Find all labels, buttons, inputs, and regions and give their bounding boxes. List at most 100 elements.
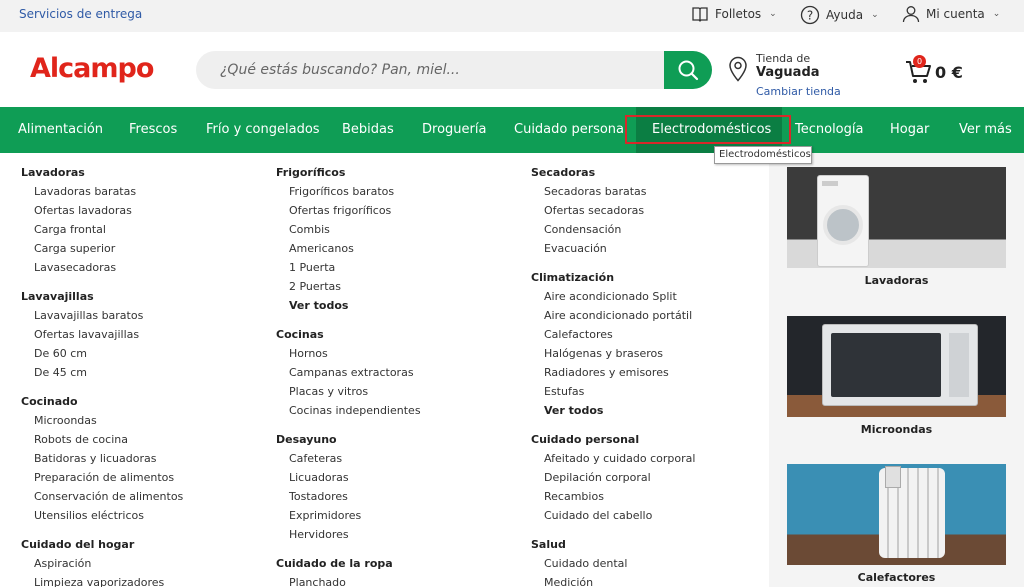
menu-item-combis[interactable]: Combis	[276, 222, 421, 241]
menu-item-exprimidores[interactable]: Exprimidores	[276, 508, 421, 527]
menu-group-cocinado: Cocinado Microondas Robots de cocina Batido…	[21, 394, 183, 527]
menu-item-limpieza-vaporizadores[interactable]: Limpieza vaporizadores	[21, 575, 183, 587]
menu-item-lavavajillas-baratos[interactable]: Lavavajillas baratos	[21, 308, 183, 327]
menu-item-planchado[interactable]: Planchado	[276, 575, 421, 587]
menu-group-title[interactable]: Cuidado de la ropa	[276, 556, 421, 575]
menu-group-title[interactable]: Lavavajillas	[21, 289, 183, 308]
menu-item-recambios[interactable]: Recambios	[531, 489, 695, 508]
menu-item-placas-y-vitros[interactable]: Placas y vitros	[276, 384, 421, 403]
menu-group-frigorificos: Frigoríficos Frigoríficos baratos Ofertas …	[276, 165, 421, 317]
menu-group-title[interactable]: Cuidado personal	[531, 432, 695, 451]
change-store-link[interactable]: Cambiar tienda	[756, 85, 841, 98]
nav-hogar[interactable]: Hogar	[890, 122, 929, 137]
menu-group-title[interactable]: Cuidado del hogar	[21, 537, 183, 556]
menu-item-campanas-extractoras[interactable]: Campanas extractoras	[276, 365, 421, 384]
menu-group-title[interactable]: Lavadoras	[21, 165, 183, 184]
menu-item-hornos[interactable]: Hornos	[276, 346, 421, 365]
chevron-down-icon: ⌄	[871, 10, 879, 20]
menu-item-afeitado-y-cuidado-corporal[interactable]: Afeitado y cuidado corporal	[531, 451, 695, 470]
menu-group-title[interactable]: Salud	[531, 537, 695, 556]
account-menu[interactable]: Mi cuenta ⌄	[902, 5, 1000, 23]
menu-item-lavadoras-baratas[interactable]: Lavadoras baratas	[21, 184, 183, 203]
nav-ver-mas[interactable]: Ver más	[959, 122, 1012, 137]
microwave-image	[787, 316, 1006, 417]
menu-item-ofertas-secadoras[interactable]: Ofertas secadoras	[531, 203, 695, 222]
cart-button[interactable]: 0 0 €	[905, 55, 963, 89]
menu-column-2: Frigoríficos Frigoríficos baratos Ofertas …	[276, 165, 421, 587]
menu-group-title[interactable]: Cocinas	[276, 327, 421, 346]
main-navigation: Alimentación Frescos Frío y congelados B…	[0, 107, 1024, 153]
menu-item-evacuacion[interactable]: Evacuación	[531, 241, 695, 260]
search-input[interactable]	[196, 51, 664, 89]
menu-item-frigorificos-baratos[interactable]: Frigoríficos baratos	[276, 184, 421, 203]
nav-cuidado-personal[interactable]: Cuidado personal	[514, 122, 628, 137]
oil-heater-image	[787, 464, 1006, 565]
menu-item-conservacion-de-alimentos[interactable]: Conservación de alimentos	[21, 489, 183, 508]
menu-item-cuidado-del-cabello[interactable]: Cuidado del cabello	[531, 508, 695, 527]
menu-group-title[interactable]: Cocinado	[21, 394, 183, 413]
ayuda-label: Ayuda	[826, 8, 864, 22]
menu-item-condensacion[interactable]: Condensación	[531, 222, 695, 241]
menu-item-estufas[interactable]: Estufas	[531, 384, 695, 403]
menu-item-depilacion-corporal[interactable]: Depilación corporal	[531, 470, 695, 489]
alcampo-logo[interactable]: Alcampo	[30, 53, 154, 84]
menu-item-cafeteras[interactable]: Cafeteras	[276, 451, 421, 470]
menu-group-lavadoras: Lavadoras Lavadoras baratas Ofertas lavado…	[21, 165, 183, 279]
location-pin-icon	[729, 56, 747, 82]
menu-item-utensilios-electricos[interactable]: Utensilios eléctricos	[21, 508, 183, 527]
menu-item-licuadoras[interactable]: Licuadoras	[276, 470, 421, 489]
menu-group-climatizacion: Climatización Aire acondicionado Split Air…	[531, 270, 695, 422]
menu-group-title[interactable]: Frigoríficos	[276, 165, 421, 184]
menu-item-ofertas-frigorificos[interactable]: Ofertas frigoríficos	[276, 203, 421, 222]
menu-item-carga-superior[interactable]: Carga superior	[21, 241, 183, 260]
delivery-services-link[interactable]: Servicios de entrega	[19, 7, 142, 21]
menu-item-microondas[interactable]: Microondas	[21, 413, 183, 432]
folletos-menu[interactable]: Folletos ⌄	[691, 5, 777, 23]
nav-alimentacion[interactable]: Alimentación	[18, 122, 103, 137]
menu-group-cuidado-de-la-ropa: Cuidado de la ropa Planchado	[276, 556, 421, 587]
menu-item-medicion[interactable]: Medición	[531, 575, 695, 587]
menu-group-title[interactable]: Desayuno	[276, 432, 421, 451]
menu-item-hervidores[interactable]: Hervidores	[276, 527, 421, 546]
menu-item-1-puerta[interactable]: 1 Puerta	[276, 260, 421, 279]
menu-item-aspiracion[interactable]: Aspiración	[21, 556, 183, 575]
menu-item-ofertas-lavadoras[interactable]: Ofertas lavadoras	[21, 203, 183, 222]
menu-item-de-45-cm[interactable]: De 45 cm	[21, 365, 183, 384]
menu-item-cocinas-independientes[interactable]: Cocinas independientes	[276, 403, 421, 422]
menu-item-carga-frontal[interactable]: Carga frontal	[21, 222, 183, 241]
menu-item-radiadores-y-emisores[interactable]: Radiadores y emisores	[531, 365, 695, 384]
search-button[interactable]	[664, 51, 712, 89]
nav-frescos[interactable]: Frescos	[129, 122, 177, 137]
menu-item-aire-acondicionado-split[interactable]: Aire acondicionado Split	[531, 289, 695, 308]
menu-item-aire-acondicionado-portatil[interactable]: Aire acondicionado portátil	[531, 308, 695, 327]
menu-item-batidoras-y-licuadoras[interactable]: Batidoras y licuadoras	[21, 451, 183, 470]
promo-card-microondas[interactable]: Microondas	[787, 316, 1006, 436]
nav-tecnologia[interactable]: Tecnología	[795, 122, 863, 137]
ver-todos-link[interactable]: Ver todos	[531, 403, 695, 422]
menu-item-halogenas-y-braseros[interactable]: Halógenas y braseros	[531, 346, 695, 365]
menu-item-de-60-cm[interactable]: De 60 cm	[21, 346, 183, 365]
menu-item-tostadores[interactable]: Tostadores	[276, 489, 421, 508]
menu-group-title[interactable]: Secadoras	[531, 165, 695, 184]
menu-item-calefactores[interactable]: Calefactores	[531, 327, 695, 346]
menu-item-ofertas-lavavajillas[interactable]: Ofertas lavavajillas	[21, 327, 183, 346]
menu-item-secadoras-baratas[interactable]: Secadoras baratas	[531, 184, 695, 203]
menu-item-preparacion-de-alimentos[interactable]: Preparación de alimentos	[21, 470, 183, 489]
account-label: Mi cuenta	[926, 7, 985, 21]
ver-todos-link[interactable]: Ver todos	[276, 298, 421, 317]
nav-bebidas[interactable]: Bebidas	[342, 122, 394, 137]
promo-caption: Lavadoras	[864, 274, 929, 287]
menu-item-robots-de-cocina[interactable]: Robots de cocina	[21, 432, 183, 451]
search-icon	[678, 60, 699, 81]
ayuda-menu[interactable]: ? Ayuda ⌄	[800, 5, 879, 25]
promo-card-lavadoras[interactable]: Lavadoras	[787, 167, 1006, 287]
menu-item-lavasecadoras[interactable]: Lavasecadoras	[21, 260, 183, 279]
nav-frio-congelados[interactable]: Frío y congelados	[206, 122, 320, 137]
nav-drogueria[interactable]: Droguería	[422, 122, 486, 137]
menu-item-2-puertas[interactable]: 2 Puertas	[276, 279, 421, 298]
promo-card-calefactores[interactable]: Calefactores	[787, 464, 1006, 584]
menu-group-title[interactable]: Climatización	[531, 270, 695, 289]
menu-item-americanos[interactable]: Americanos	[276, 241, 421, 260]
logo-text: Alcampo	[30, 53, 154, 84]
menu-item-cuidado-dental[interactable]: Cuidado dental	[531, 556, 695, 575]
